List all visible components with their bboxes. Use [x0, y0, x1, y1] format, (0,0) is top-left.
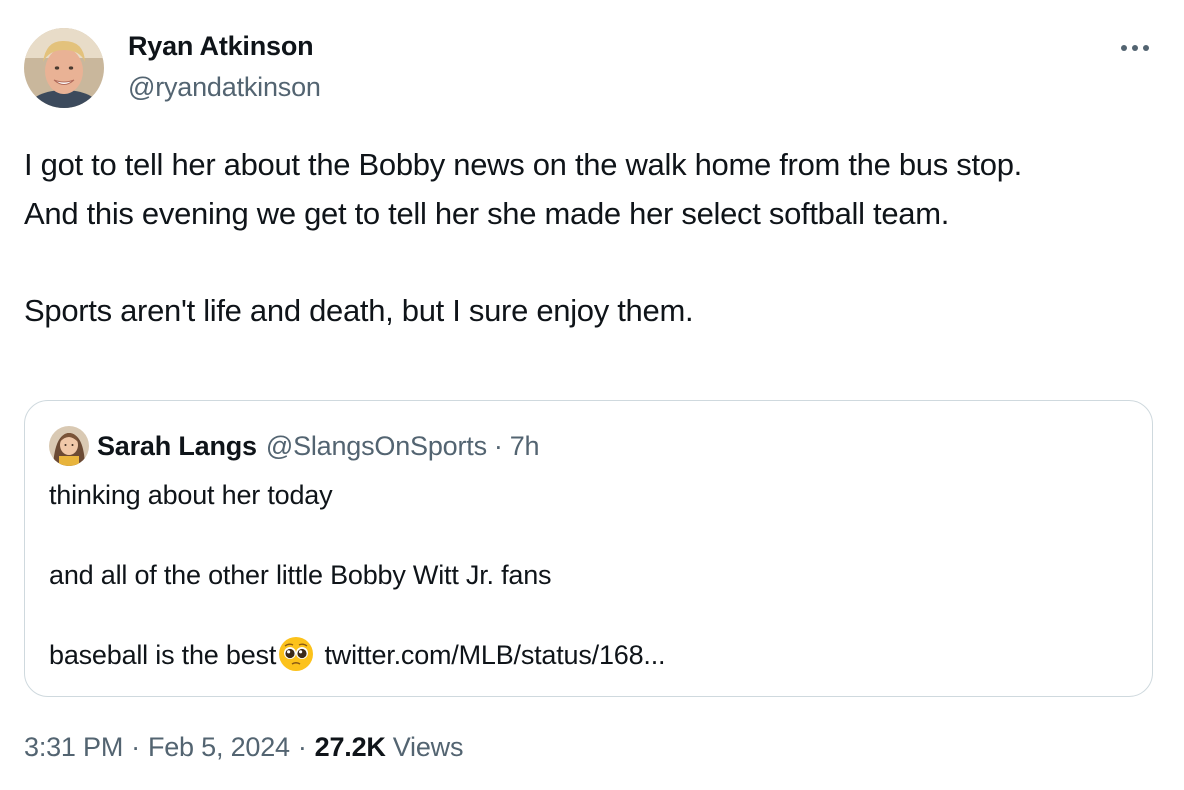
pleading-face-emoji-icon: [277, 635, 315, 673]
separator-dot: ·: [131, 732, 140, 762]
quoted-tweet-header: Sarah Langs @SlangsOnSports · 7h: [49, 425, 540, 467]
quoted-author-name[interactable]: Sarah Langs: [97, 431, 257, 462]
author-handle[interactable]: @ryandatkinson: [128, 72, 321, 103]
views-count: 27.2K: [314, 732, 386, 762]
quoted-text-line: thinking about her today: [49, 480, 333, 510]
more-horizontal-icon: [1121, 45, 1149, 51]
quoted-text-line: [49, 515, 1119, 555]
tweet-text-line: I got to tell her about the Bobby news o…: [24, 147, 1022, 182]
tweet-card: Ryan Atkinson @ryandatkinson I got to te…: [0, 0, 1184, 790]
quoted-author-handle[interactable]: @SlangsOnSports: [266, 431, 487, 462]
quoted-text-line: [49, 595, 1119, 635]
tweet-time[interactable]: 3:31 PM: [24, 732, 123, 762]
author-avatar[interactable]: [24, 28, 104, 108]
views-label: Views: [392, 732, 464, 762]
author-avatar-image: [24, 28, 104, 108]
quoted-tweet[interactable]: Sarah Langs @SlangsOnSports · 7h thinkin…: [24, 400, 1153, 697]
quoted-text-last-line: baseball is the best twitter.com/MLB/sta…: [49, 635, 1119, 675]
tweet-text: I got to tell her about the Bobby news o…: [24, 141, 1144, 335]
separator-dot: ·: [493, 430, 503, 461]
tweet-text-line: Sports aren't life and death, but I sure…: [24, 292, 694, 328]
tweet-text-line: And this evening we get to tell her she …: [24, 195, 950, 231]
more-options-button[interactable]: [1110, 26, 1160, 70]
tweet-text-line: [24, 238, 1144, 287]
tweet-date[interactable]: Feb 5, 2024: [148, 732, 290, 762]
quoted-tweet-link[interactable]: twitter.com/MLB/status/168...: [324, 640, 665, 670]
quoted-tweet-time[interactable]: 7h: [510, 431, 540, 462]
quoted-text-segment: baseball is the best: [49, 640, 277, 670]
quoted-author-avatar-image: [49, 426, 89, 466]
tweet-meta: 3:31 PM · Feb 5, 2024 · 27.2K Views: [24, 732, 463, 763]
quoted-tweet-text: thinking about her today and all of the …: [49, 475, 1119, 675]
author-name[interactable]: Ryan Atkinson: [128, 31, 314, 62]
quoted-text-line: and all of the other little Bobby Witt J…: [49, 560, 552, 590]
quoted-author-avatar[interactable]: [49, 426, 89, 466]
separator-dot: ·: [297, 732, 307, 762]
